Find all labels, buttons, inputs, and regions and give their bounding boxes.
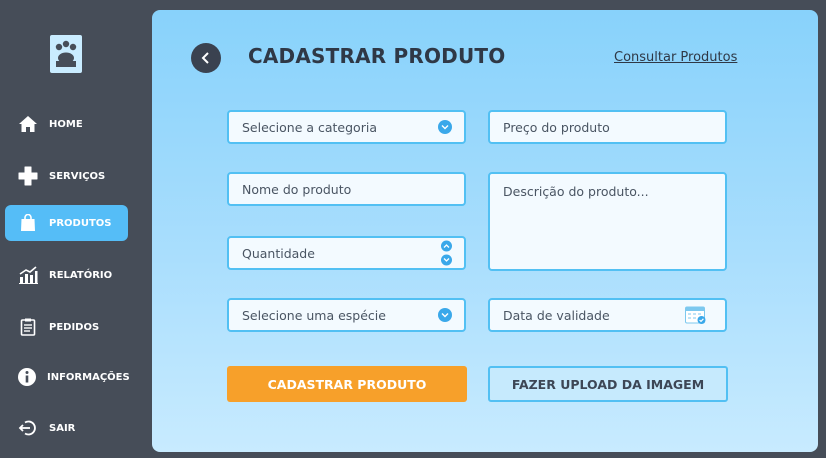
stepper-icon[interactable] <box>441 240 452 266</box>
description-placeholder: Descrição do produto... <box>503 184 649 199</box>
info-icon <box>17 366 37 388</box>
chevron-down-icon[interactable] <box>441 254 452 266</box>
product-name-input[interactable]: Nome do produto <box>227 172 466 206</box>
page-title: CADASTRAR PRODUTO <box>248 44 506 68</box>
sidebar-item-relatorio[interactable]: RELATÓRIO <box>5 257 128 293</box>
price-input[interactable]: Preço do produto <box>488 110 727 144</box>
sidebar-item-home[interactable]: HOME <box>5 106 128 142</box>
plus-icon <box>17 165 39 187</box>
sidebar-item-servicos[interactable]: SERVIÇOS <box>5 158 128 194</box>
price-placeholder: Preço do produto <box>503 119 610 135</box>
sidebar-item-label: SERVIÇOS <box>49 170 106 182</box>
sidebar-item-label: PEDIDOS <box>49 321 100 333</box>
sidebar-item-label: PRODUTOS <box>49 217 112 229</box>
paw-logo-icon <box>50 35 82 73</box>
logout-icon <box>17 417 39 439</box>
chevron-down-icon <box>438 308 452 322</box>
category-placeholder: Selecione a categoria <box>242 119 377 135</box>
sidebar-item-produtos[interactable]: PRODUTOS <box>5 205 128 241</box>
calendar-icon[interactable] <box>685 305 707 325</box>
sidebar-item-sair[interactable]: SAIR <box>5 410 128 446</box>
sidebar-item-informacoes[interactable]: INFORMAÇÕES <box>5 359 130 395</box>
chevron-left-icon <box>201 52 209 64</box>
submit-product-button[interactable]: CADASTRAR PRODUTO <box>227 366 467 402</box>
main-panel: CADASTRAR PRODUTO Consultar Produtos Sel… <box>152 10 818 452</box>
clipboard-icon <box>17 316 39 338</box>
species-select[interactable]: Selecione uma espécie <box>227 298 466 332</box>
sidebar: HOME SERVIÇOS PRODUTOS RELATÓRIO PEDIDOS… <box>0 0 140 458</box>
chevron-down-icon <box>438 120 452 134</box>
species-placeholder: Selecione uma espécie <box>242 307 386 323</box>
sidebar-item-pedidos[interactable]: PEDIDOS <box>5 309 128 345</box>
bar-chart-icon <box>17 264 39 286</box>
chevron-up-icon[interactable] <box>441 240 452 252</box>
quantity-placeholder: Quantidade <box>242 245 315 261</box>
back-button[interactable] <box>191 43 221 73</box>
sidebar-item-label: SAIR <box>49 422 76 434</box>
home-icon <box>17 113 39 135</box>
sidebar-item-label: RELATÓRIO <box>49 269 113 281</box>
category-select[interactable]: Selecione a categoria <box>227 110 466 144</box>
sidebar-item-label: HOME <box>49 118 83 130</box>
consult-products-link[interactable]: Consultar Produtos <box>614 50 737 65</box>
description-textarea[interactable]: Descrição do produto... <box>488 172 727 271</box>
name-placeholder: Nome do produto <box>242 181 352 197</box>
validity-date-input[interactable]: Data de validade <box>488 298 727 332</box>
sidebar-item-label: INFORMAÇÕES <box>47 371 130 383</box>
upload-image-button[interactable]: FAZER UPLOAD DA IMAGEM <box>488 366 728 402</box>
shopping-bag-icon <box>17 212 39 234</box>
quantity-stepper[interactable]: Quantidade <box>227 236 466 270</box>
validity-placeholder: Data de validade <box>503 307 610 323</box>
